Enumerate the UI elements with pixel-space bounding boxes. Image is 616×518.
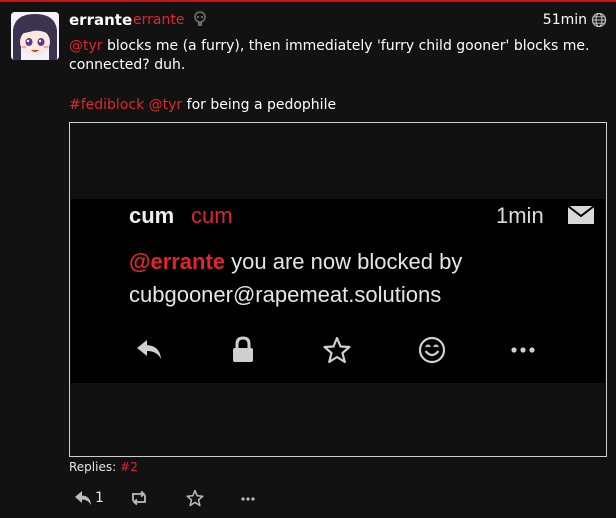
bot-icon bbox=[192, 11, 208, 31]
status-content: @tyr blocks me (a furry), then immediate… bbox=[69, 37, 609, 115]
author-name[interactable]: errante bbox=[69, 11, 132, 29]
ellipsis-icon bbox=[507, 335, 539, 365]
status-actions: 1 bbox=[69, 488, 369, 510]
status-paragraph-2: #fediblock @tyr for being a pedophile bbox=[69, 96, 609, 115]
embedded-actions bbox=[71, 335, 605, 365]
embedded-mention: @errante bbox=[129, 249, 226, 274]
mention-link-2[interactable]: @tyr bbox=[149, 97, 183, 113]
attached-screenshot: cum cum 1min @errante you are now blocke… bbox=[71, 199, 605, 383]
replies-label: Replies: bbox=[69, 460, 117, 474]
star-icon bbox=[186, 489, 204, 507]
mention-link[interactable]: @tyr bbox=[69, 38, 103, 54]
reply-icon bbox=[133, 335, 165, 365]
avatar[interactable] bbox=[11, 12, 59, 60]
avatar-image bbox=[11, 12, 59, 60]
reply-count: 1 bbox=[95, 490, 104, 506]
embedded-text-1: you are now blocked by bbox=[225, 249, 463, 274]
embedded-time: 1min bbox=[496, 203, 544, 228]
reply-ref-link[interactable]: #2 bbox=[120, 460, 138, 474]
smiley-icon bbox=[416, 335, 448, 365]
status-text-2: for being a pedophile bbox=[182, 97, 337, 113]
author-handle[interactable]: errante bbox=[133, 12, 184, 28]
lock-icon bbox=[227, 335, 259, 365]
embedded-author-name: cum bbox=[129, 203, 175, 228]
ellipsis-icon bbox=[241, 497, 255, 501]
media-attachment[interactable]: cum cum 1min @errante you are now blocke… bbox=[69, 122, 607, 457]
star-icon bbox=[321, 335, 353, 365]
replies-line: Replies: #2 bbox=[69, 460, 138, 474]
more-button[interactable] bbox=[238, 488, 258, 510]
embedded-text-2: cubgooner@rapemeat.solutions bbox=[129, 282, 442, 307]
status-text-1: blocks me (a furry), then immediately 'f… bbox=[69, 38, 590, 73]
reply-button[interactable] bbox=[73, 488, 93, 510]
repeat-button[interactable] bbox=[129, 488, 149, 510]
reply-icon bbox=[75, 491, 91, 505]
embedded-author-handle: cum bbox=[191, 203, 233, 228]
top-accent-line bbox=[0, 0, 616, 2]
status-time[interactable]: 51min bbox=[543, 12, 587, 28]
envelope-icon bbox=[567, 205, 595, 225]
hashtag-link[interactable]: #fediblock bbox=[69, 97, 144, 113]
favorite-button[interactable] bbox=[185, 488, 205, 510]
repeat-icon bbox=[132, 490, 146, 506]
status-header: errante errante 51min bbox=[69, 11, 609, 31]
status-paragraph-1: @tyr blocks me (a furry), then immediate… bbox=[69, 37, 609, 75]
embedded-content: @errante you are now blocked by cubgoone… bbox=[129, 245, 589, 311]
globe-icon bbox=[591, 12, 607, 28]
